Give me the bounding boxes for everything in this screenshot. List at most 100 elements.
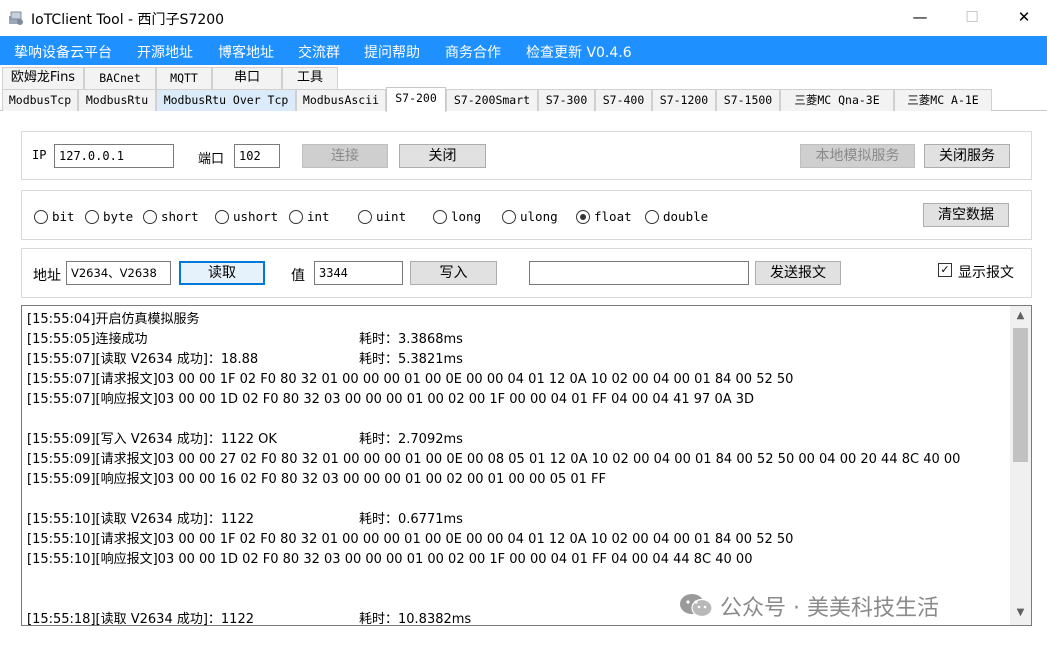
- stop-service-button[interactable]: 关闭服务: [924, 144, 1010, 168]
- tab-s7-400[interactable]: S7-400: [595, 89, 652, 111]
- log-lines: [15:55:04]开启仿真模拟服务 [15:55:05]连接成功 耗时：3.386…: [27, 310, 1007, 626]
- log-line: [15:55:07][请求报文]03 00 00 1F 02 F0 80 32 …: [27, 370, 1007, 390]
- radio-float-circle[interactable]: [576, 210, 590, 224]
- menu-item-blog[interactable]: 博客地址: [218, 42, 274, 62]
- scroll-down-icon[interactable]: ▼: [1010, 603, 1031, 623]
- close-button[interactable]: ✕: [1001, 0, 1047, 34]
- tab-modbusrtu[interactable]: ModbusRtu: [78, 89, 156, 111]
- protocol-tabs-row2: ModbusTcp ModbusRtu ModbusRtu Over Tcp M…: [0, 87, 1047, 112]
- log-line-text: [15:55:18][读取 V2634 成功]：1122: [27, 612, 254, 626]
- log-line-text: [15:55:04]开启仿真模拟服务: [27, 312, 200, 327]
- radio-double-circle[interactable]: [645, 210, 659, 224]
- menu-item-group[interactable]: 交流群: [298, 42, 340, 62]
- log-line: [15:55:07][读取 V2634 成功]：18.88 耗时：5.3821ms: [27, 350, 1007, 370]
- tab-modbustcp[interactable]: ModbusTcp: [2, 89, 78, 111]
- connect-button[interactable]: 连接: [302, 144, 388, 168]
- log-output[interactable]: [15:55:04]开启仿真模拟服务 [15:55:05]连接成功 耗时：3.386…: [21, 305, 1032, 626]
- log-line-text: [15:55:07][响应报文]03 00 00 1D 02 F0 80 32 …: [27, 392, 755, 407]
- menu-item-update[interactable]: 检查更新 V0.4.6: [526, 42, 632, 62]
- tab-serial[interactable]: 串口: [212, 67, 282, 89]
- tab-mitsubishi-qna-3e[interactable]: 三菱MC Qna-3E: [780, 89, 894, 111]
- log-scrollbar[interactable]: ▲ ▼: [1010, 306, 1031, 625]
- tab-s7-200smart[interactable]: S7-200Smart: [446, 89, 538, 111]
- readwrite-group: 地址 V2634、V2638 读取 值 3344 写入 发送报文 ✓ 显示报文: [21, 248, 1032, 298]
- menu-item-business[interactable]: 商务合作: [445, 42, 501, 62]
- log-line-duration: 耗时：5.3821ms: [359, 352, 463, 367]
- menu-bar: 挚呐设备云平台 开源地址 博客地址 交流群 提问帮助 商务合作 检查更新 V0.…: [0, 36, 1047, 65]
- scroll-thumb[interactable]: [1013, 328, 1028, 462]
- log-line-text: [15:55:07][请求报文]03 00 00 1F 02 F0 80 32 …: [27, 372, 794, 387]
- tab-s7-1200[interactable]: S7-1200: [652, 89, 716, 111]
- radio-byte-circle[interactable]: [85, 210, 99, 224]
- log-line-text: [15:55:07][读取 V2634 成功]：18.88: [27, 352, 259, 367]
- radio-short-circle[interactable]: [143, 210, 157, 224]
- tab-omron-fins[interactable]: 欧姆龙Fins: [2, 67, 84, 89]
- address-input[interactable]: V2634、V2638: [66, 261, 171, 285]
- log-line-text: [15:55:10][请求报文]03 00 00 1F 02 F0 80 32 …: [27, 532, 794, 547]
- radio-long-label: long: [451, 209, 482, 224]
- show-packet-label: 显示报文: [958, 265, 1014, 281]
- read-button[interactable]: 读取: [179, 261, 265, 285]
- log-line-text: [15:55:10][响应报文]03 00 00 1D 02 F0 80 32 …: [27, 552, 753, 567]
- radio-ushort-label: ushort: [233, 209, 279, 224]
- disconnect-button[interactable]: 关闭: [399, 144, 486, 168]
- menu-item-source[interactable]: 开源地址: [137, 42, 193, 62]
- log-line-text: [15:55:09][写入 V2634 成功]：1122 OK: [27, 432, 277, 447]
- radio-short-label: short: [161, 209, 199, 224]
- log-line-duration: 耗时：10.8382ms: [359, 612, 472, 626]
- log-line-text: [15:55:10][读取 V2634 成功]：1122: [27, 512, 254, 527]
- port-input[interactable]: 102: [234, 144, 280, 168]
- log-line-duration: 耗时：2.7092ms: [359, 432, 463, 447]
- watermark-text: 公众号 · 美美科技生活: [720, 596, 939, 621]
- address-label: 地址: [33, 268, 61, 284]
- tab-s7-300[interactable]: S7-300: [538, 89, 595, 111]
- radio-ulong-circle[interactable]: [502, 210, 516, 224]
- send-packet-button[interactable]: 发送报文: [755, 261, 841, 285]
- app-icon: [9, 11, 23, 25]
- log-line-duration: 耗时：0.6771ms: [359, 512, 463, 527]
- datatype-group: bit byte short ushort int uint long ulon…: [21, 190, 1032, 240]
- tab-modbusascii[interactable]: ModbusAscii: [296, 89, 386, 111]
- ip-input[interactable]: 127.0.0.1: [54, 144, 174, 168]
- radio-int-circle[interactable]: [289, 210, 303, 224]
- wechat-icon: [680, 594, 713, 618]
- tab-modbusrtu-over-tcp[interactable]: ModbusRtu Over Tcp: [156, 89, 296, 111]
- log-line: [15:55:10][响应报文]03 00 00 1D 02 F0 80 32 …: [27, 550, 1007, 570]
- protocol-tabs-row1: 欧姆龙Fins BACnet MQTT 串口 工具: [0, 67, 1047, 89]
- tab-s7-1500[interactable]: S7-1500: [716, 89, 780, 111]
- menu-item-help[interactable]: 提问帮助: [364, 42, 420, 62]
- log-line-text: [15:55:09][请求报文]03 00 00 27 02 F0 80 32 …: [27, 452, 961, 467]
- radio-ulong-label: ulong: [520, 209, 558, 224]
- log-line: [15:55:09][写入 V2634 成功]：1122 OK 耗时：2.7092…: [27, 430, 1007, 450]
- tab-mqtt[interactable]: MQTT: [156, 67, 212, 89]
- tab-bacnet[interactable]: BACnet: [84, 67, 156, 89]
- radio-ushort-circle[interactable]: [215, 210, 229, 224]
- write-button[interactable]: 写入: [410, 261, 497, 285]
- raw-packet-input[interactable]: [529, 261, 749, 285]
- log-line: [15:55:10][读取 V2634 成功]：1122 耗时：0.6771ms: [27, 510, 1007, 530]
- tab-mitsubishi-a-1e[interactable]: 三菱MC A-1E: [894, 89, 992, 111]
- clear-data-button[interactable]: 清空数据: [923, 203, 1009, 227]
- minimize-button[interactable]: —: [897, 0, 943, 34]
- port-label: 端口: [198, 152, 225, 167]
- window-title: IoTClient Tool - 西门子S7200: [31, 12, 225, 28]
- log-line: [15:55:04]开启仿真模拟服务: [27, 310, 1007, 330]
- maximize-button[interactable]: ☐: [949, 0, 995, 34]
- value-input[interactable]: 3344: [314, 261, 403, 285]
- menu-item-cloud[interactable]: 挚呐设备云平台: [14, 42, 112, 62]
- radio-bit-circle[interactable]: [34, 210, 48, 224]
- connection-group: IP 127.0.0.1 端口 102 连接 关闭 本地模拟服务 关闭服务: [21, 131, 1032, 180]
- tab-tools[interactable]: 工具: [282, 67, 338, 89]
- scroll-up-icon[interactable]: ▲: [1010, 306, 1031, 326]
- radio-uint-circle[interactable]: [358, 210, 372, 224]
- log-line: [15:55:10][请求报文]03 00 00 1F 02 F0 80 32 …: [27, 530, 1007, 550]
- log-line-text: [15:55:05]连接成功: [27, 332, 148, 347]
- log-line: [15:55:07][响应报文]03 00 00 1D 02 F0 80 32 …: [27, 390, 1007, 410]
- radio-byte-label: byte: [103, 209, 134, 224]
- log-line: [15:55:09][请求报文]03 00 00 27 02 F0 80 32 …: [27, 450, 1007, 470]
- radio-long-circle[interactable]: [433, 210, 447, 224]
- tab-s7-200[interactable]: S7-200: [386, 87, 446, 112]
- show-packet-checkbox[interactable]: ✓: [938, 263, 952, 277]
- local-sim-service-button[interactable]: 本地模拟服务: [800, 144, 915, 168]
